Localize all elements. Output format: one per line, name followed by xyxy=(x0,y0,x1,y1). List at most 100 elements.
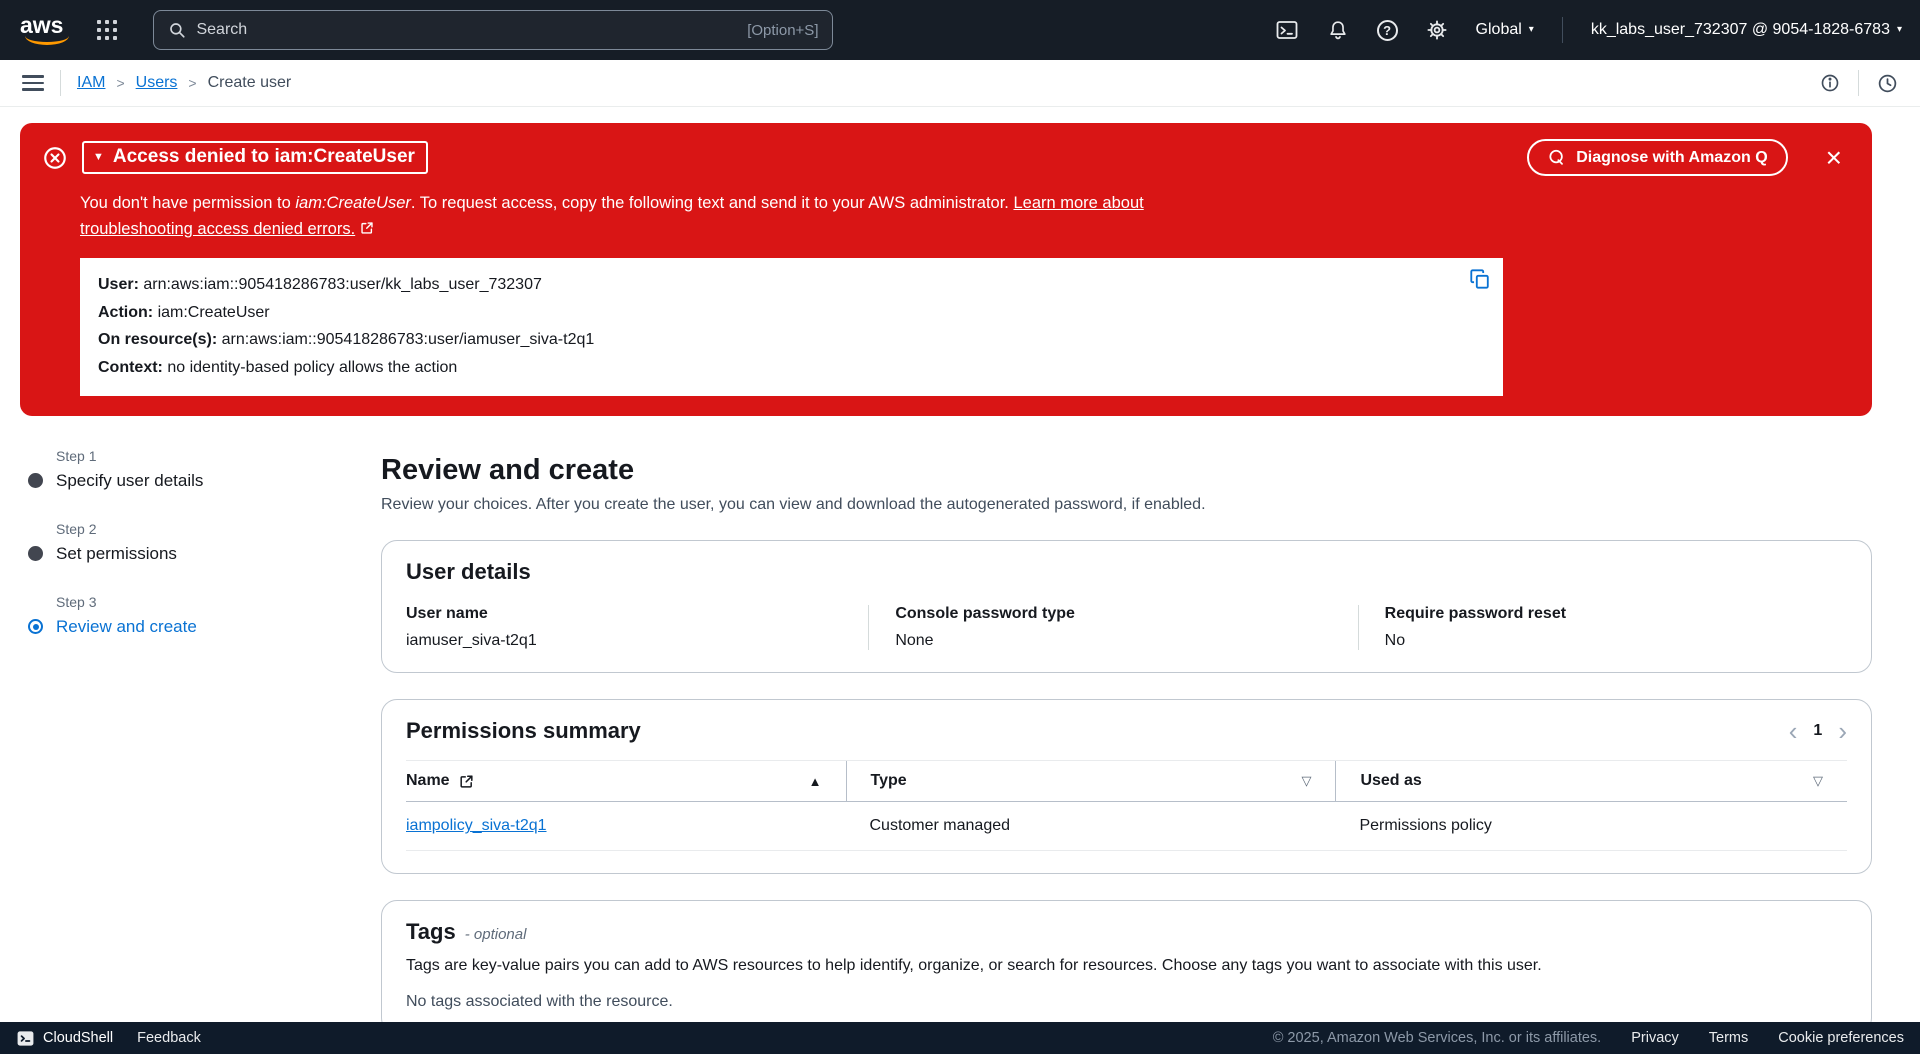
cloudshell-button[interactable]: CloudShell xyxy=(16,1029,113,1048)
field-value: None xyxy=(895,632,1337,650)
console-footer: CloudShell Feedback © 2025, Amazon Web S… xyxy=(0,1022,1920,1054)
page-content: Step 1 Specify user details Step 2 Set p… xyxy=(0,416,1920,1034)
step-circle-icon xyxy=(28,473,43,488)
error-circle-icon xyxy=(42,145,68,171)
diagnose-button-label: Diagnose with Amazon Q xyxy=(1576,149,1767,167)
step-number: Step 3 xyxy=(56,594,381,610)
detail-context-line: Context: no identity-based policy allows… xyxy=(98,354,1453,382)
side-menu-toggle-icon[interactable] xyxy=(22,73,44,92)
field-label: User name xyxy=(406,605,848,623)
top-navigation-bar: aws [Option+S] ? Global ▾ kk_labs_user_7… xyxy=(0,0,1920,60)
message-action-name: iam:CreateUser xyxy=(295,194,411,212)
optional-label: - optional xyxy=(465,926,527,943)
feedback-button[interactable]: Feedback xyxy=(137,1030,201,1046)
detail-resource-line: On resource(s): arn:aws:iam::90541828678… xyxy=(98,326,1453,354)
sort-icon[interactable]: ▽ xyxy=(1813,773,1823,789)
column-header-name[interactable]: Name ▲ xyxy=(406,761,846,801)
step-label[interactable]: Set permissions xyxy=(56,544,177,564)
help-icon[interactable]: ? xyxy=(1377,20,1398,41)
card-title: Tags xyxy=(406,919,456,945)
breadcrumb: IAM > Users > Create user xyxy=(77,74,291,92)
table-row: iampolicy_siva-t2q1 Customer managed Per… xyxy=(406,802,1847,851)
info-icon[interactable] xyxy=(1820,73,1840,93)
history-icon[interactable] xyxy=(1877,73,1898,94)
console-password-type-field: Console password type None xyxy=(868,605,1357,650)
message-text: . To request access, copy the following … xyxy=(411,194,1014,212)
require-password-reset-field: Require password reset No xyxy=(1358,605,1847,650)
breadcrumb-link-iam[interactable]: IAM xyxy=(77,74,105,92)
breadcrumb-bar: IAM > Users > Create user xyxy=(0,60,1920,107)
user-name-field: User name iamuser_siva-t2q1 xyxy=(406,605,868,650)
column-header-used-as[interactable]: Used as ▽ xyxy=(1335,761,1847,801)
next-page-icon[interactable]: › xyxy=(1838,721,1847,742)
privacy-link[interactable]: Privacy xyxy=(1631,1030,1679,1046)
breadcrumb-separator: > xyxy=(188,75,196,91)
amazon-q-icon xyxy=(1547,148,1566,167)
copy-icon[interactable] xyxy=(1469,268,1491,300)
cookie-preferences-link[interactable]: Cookie preferences xyxy=(1778,1030,1904,1046)
step-label[interactable]: Specify user details xyxy=(56,471,203,491)
account-label: kk_labs_user_732307 @ 9054-1828-6783 xyxy=(1591,21,1890,39)
breadcrumb-divider xyxy=(60,70,61,96)
page-subtitle: Review your choices. After you create th… xyxy=(381,496,1872,514)
column-header-type[interactable]: Type ▽ xyxy=(846,761,1336,801)
chevron-down-icon: ▾ xyxy=(1529,25,1534,35)
notifications-bell-icon[interactable] xyxy=(1327,19,1349,41)
card-title: Permissions summary xyxy=(406,718,641,744)
account-menu[interactable]: kk_labs_user_732307 @ 9054-1828-6783 ▾ xyxy=(1591,21,1902,39)
step-circle-icon xyxy=(28,546,43,561)
step-circle-icon xyxy=(28,619,43,634)
permissions-summary-card: Permissions summary ‹ 1 › Name ▲ xyxy=(381,699,1872,874)
close-icon[interactable]: × xyxy=(1818,144,1850,172)
page-number[interactable]: 1 xyxy=(1813,722,1822,740)
detail-action-line: Action: iam:CreateUser xyxy=(98,299,1453,327)
global-search[interactable]: [Option+S] xyxy=(153,10,833,50)
region-selector[interactable]: Global ▾ xyxy=(1476,21,1534,39)
field-label: Console password type xyxy=(895,605,1337,623)
terms-link[interactable]: Terms xyxy=(1709,1030,1748,1046)
error-detail-box: User: arn:aws:iam::905418286783:user/kk_… xyxy=(80,258,1503,396)
table-header-row: Name ▲ Type ▽ Used as ▽ xyxy=(406,760,1847,802)
error-banner-message: You don't have permission to iam:CreateU… xyxy=(80,191,1260,243)
sort-icon[interactable]: ▽ xyxy=(1301,773,1311,789)
error-banner-title: Access denied to iam:CreateUser xyxy=(113,146,415,168)
region-label: Global xyxy=(1476,21,1522,39)
column-label: Used as xyxy=(1360,772,1421,790)
step-label[interactable]: Review and create xyxy=(56,617,197,637)
previous-page-icon[interactable]: ‹ xyxy=(1789,721,1798,742)
step-number: Step 1 xyxy=(56,448,381,464)
caret-down-icon: ▼ xyxy=(93,151,104,163)
main-column: Review and create Review your choices. A… xyxy=(381,442,1872,1034)
search-shortcut-hint: [Option+S] xyxy=(747,22,818,39)
policy-link[interactable]: iampolicy_siva-t2q1 xyxy=(406,817,547,834)
user-details-card: User details User name iamuser_siva-t2q1… xyxy=(381,540,1872,673)
sort-ascending-icon[interactable]: ▲ xyxy=(809,774,822,789)
breadcrumb-link-users[interactable]: Users xyxy=(136,74,178,92)
topnav-divider xyxy=(1562,17,1563,43)
external-link-icon xyxy=(360,218,374,244)
step-set-permissions: Step 2 Set permissions xyxy=(26,521,381,564)
diagnose-with-amazon-q-button[interactable]: Diagnose with Amazon Q xyxy=(1527,139,1787,176)
step-specify-user-details: Step 1 Specify user details xyxy=(26,448,381,491)
copyright-text: © 2025, Amazon Web Services, Inc. or its… xyxy=(1273,1030,1602,1046)
step-review-and-create: Step 3 Review and create xyxy=(26,594,381,637)
external-link-icon xyxy=(459,774,474,789)
field-value: iamuser_siva-t2q1 xyxy=(406,632,848,650)
wizard-steps: Step 1 Specify user details Step 2 Set p… xyxy=(26,442,381,1034)
field-label: Require password reset xyxy=(1385,605,1827,623)
aws-logo[interactable]: aws xyxy=(18,12,69,48)
detail-user-line: User: arn:aws:iam::905418286783:user/kk_… xyxy=(98,271,1453,299)
search-input[interactable] xyxy=(196,21,737,39)
field-value: No xyxy=(1385,632,1827,650)
column-label: Name xyxy=(406,772,450,790)
card-title: User details xyxy=(406,559,1847,585)
error-banner-expander[interactable]: ▼ Access denied to iam:CreateUser xyxy=(82,141,428,174)
chevron-down-icon: ▾ xyxy=(1897,25,1902,35)
settings-gear-icon[interactable] xyxy=(1426,19,1448,41)
column-label: Type xyxy=(871,772,907,790)
tags-description: Tags are key-value pairs you can add to … xyxy=(406,957,1847,975)
app-grid-icon[interactable] xyxy=(93,16,121,44)
cloudshell-icon[interactable] xyxy=(1275,18,1299,42)
permissions-table: Name ▲ Type ▽ Used as ▽ xyxy=(406,760,1847,851)
breadcrumb-current: Create user xyxy=(208,74,292,92)
